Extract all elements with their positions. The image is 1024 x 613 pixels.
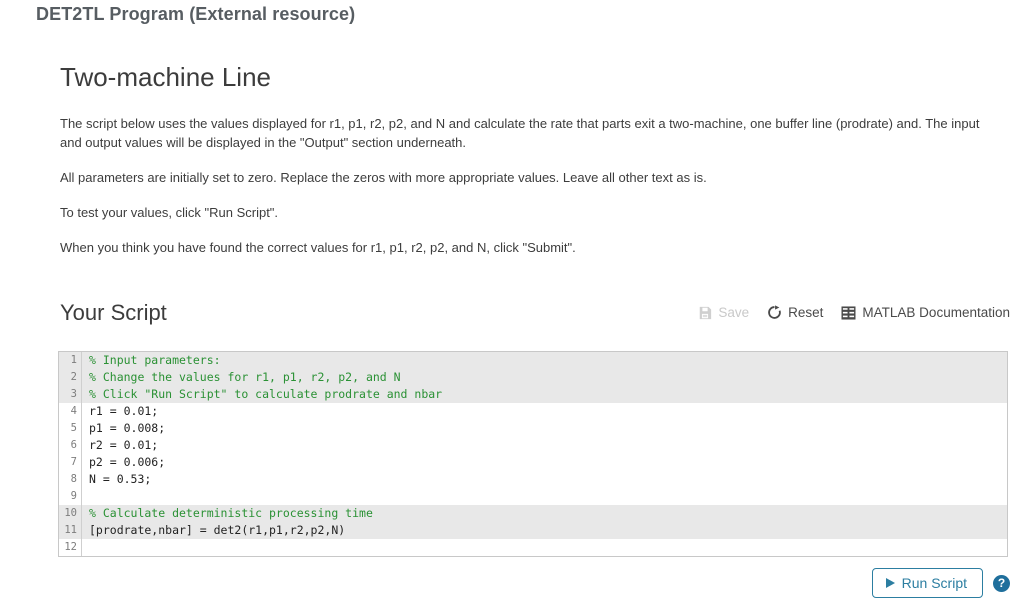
editor-toolbar: Save Reset MATLAB Documentation: [697, 305, 1010, 320]
code-text: r1 = 0.01;: [89, 404, 159, 418]
code-text: p1 = 0.008;: [89, 421, 166, 435]
script-panel-title: Your Script: [60, 300, 167, 325]
save-label: Save: [718, 305, 750, 320]
help-icon[interactable]: ?: [993, 574, 1010, 592]
run-script-button[interactable]: Run Script: [871, 568, 983, 598]
save-button[interactable]: Save: [697, 305, 749, 320]
code-line[interactable]: 7 p2 = 0.006;: [59, 454, 1007, 471]
code-text: % Click "Run Script" to calculate prodra…: [89, 387, 443, 401]
play-triangle-icon: [885, 578, 895, 588]
code-text: p2 = 0.006;: [89, 455, 166, 469]
line-number: 11: [59, 522, 82, 539]
save-floppy-icon: [697, 305, 712, 320]
code-text: r2 = 0.01;: [89, 438, 159, 452]
code-text: % Change the values for r1, p1, r2, p2, …: [89, 370, 401, 384]
run-script-label: Run Script: [901, 575, 967, 591]
code-line[interactable]: 3 % Click "Run Script" to calculate prodr…: [59, 386, 1007, 403]
reset-label: Reset: [788, 305, 824, 320]
code-line[interactable]: 4 r1 = 0.01;: [59, 403, 1007, 420]
section-heading: Two-machine Line: [60, 62, 271, 92]
page-title: DET2TL Program (External resource): [36, 4, 356, 24]
code-line[interactable]: 1 % Input parameters:: [59, 352, 1007, 369]
code-line[interactable]: 2 % Change the values for r1, p1, r2, p2,…: [59, 369, 1007, 386]
code-text: N = 0.53;: [89, 472, 152, 486]
reset-button[interactable]: Reset: [767, 305, 823, 320]
line-number: 10: [59, 505, 82, 522]
code-line[interactable]: 8 N = 0.53;: [59, 471, 1007, 488]
code-text: % Calculate deterministic processing tim…: [89, 506, 373, 520]
intro-paragraph: The script below uses the values display…: [60, 116, 980, 151]
code-line[interactable]: 6 r2 = 0.01;: [59, 437, 1007, 454]
parameters-paragraph: All parameters are initially set to zero…: [60, 169, 707, 185]
code-text: % Input parameters:: [89, 353, 221, 367]
matlab-documentation-link[interactable]: MATLAB Documentation: [841, 305, 1010, 320]
line-number: 12: [59, 539, 82, 556]
code-line[interactable]: 10 % Calculate deterministic processing t…: [59, 505, 1007, 522]
run-bar: Run Script ?: [871, 568, 1010, 598]
matlab-documentation-label: MATLAB Documentation: [862, 305, 1010, 320]
line-number: 3: [59, 386, 82, 403]
code-editor[interactable]: 1 % Input parameters: 2 % Change the values…: [58, 351, 1008, 557]
line-number: 5: [59, 420, 82, 437]
line-number: 2: [59, 369, 82, 386]
line-number: 6: [59, 437, 82, 454]
run-instruction-paragraph: To test your values, click "Run Script".: [60, 204, 279, 220]
lesson-content: Two-machine Line The script below uses t…: [60, 62, 1010, 257]
code-line[interactable]: 5 p1 = 0.008;: [59, 420, 1007, 437]
submit-instruction-paragraph: When you think you have found the correc…: [60, 239, 576, 255]
line-number: 4: [59, 403, 82, 420]
line-number: 8: [59, 471, 82, 488]
reset-circular-arrow-icon: [767, 305, 782, 320]
code-line[interactable]: 11 [prodrate,nbar] = det2(r1,p1,r2,p2,N): [59, 522, 1007, 539]
script-panel-header: Your Script Save Reset MATLAB Documentat…: [60, 298, 1010, 334]
line-number: 9: [59, 488, 82, 505]
code-line[interactable]: 9: [59, 488, 1007, 505]
line-number: 7: [59, 454, 82, 471]
line-number: 1: [59, 352, 82, 369]
documentation-grid-icon: [841, 305, 856, 320]
code-line[interactable]: 12: [59, 539, 1007, 556]
code-text: [prodrate,nbar] = det2(r1,p1,r2,p2,N): [89, 523, 346, 537]
